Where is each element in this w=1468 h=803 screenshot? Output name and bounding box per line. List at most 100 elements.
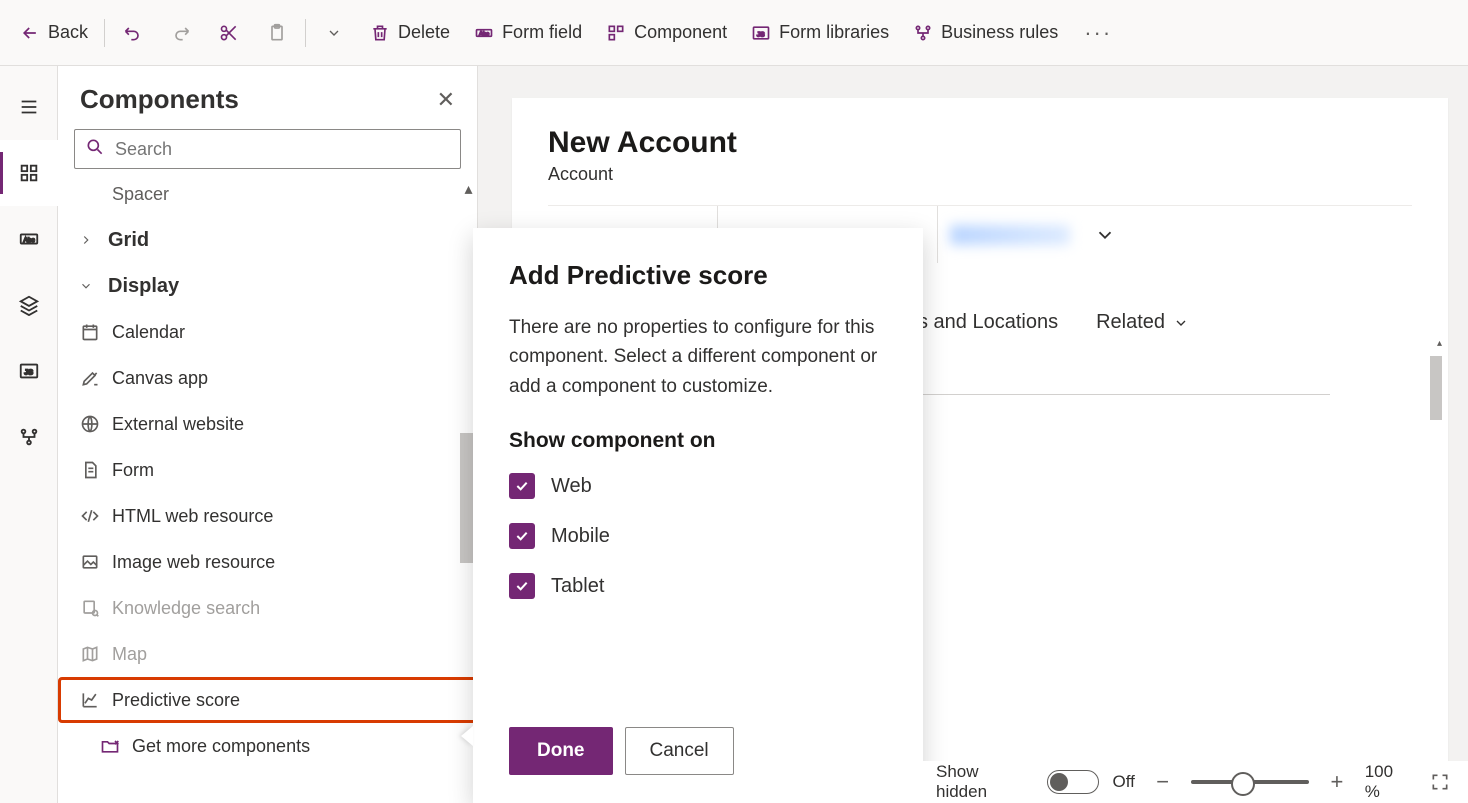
check-web[interactable]: Web	[509, 473, 887, 499]
status-footer: Show hidden Off − + 100 %	[922, 761, 1468, 803]
panel-header: Components ✕	[58, 66, 477, 129]
document-icon	[78, 458, 102, 482]
image-icon	[78, 550, 102, 574]
zoom-in-button[interactable]: +	[1323, 768, 1351, 796]
chevron-down-icon	[1173, 315, 1189, 331]
component-button[interactable]: Component	[594, 14, 739, 51]
dialog-section-heading: Show component on	[509, 429, 887, 453]
search-input[interactable]	[115, 139, 450, 160]
businessrules-button[interactable]: Business rules	[901, 14, 1070, 51]
search-box[interactable]	[74, 129, 461, 169]
show-hidden-label: Show hidden	[936, 762, 1033, 802]
flow-icon	[913, 23, 933, 43]
formlibraries-button[interactable]: JSForm libraries	[739, 14, 901, 51]
tree-item-image[interactable]: Image web resource	[58, 539, 477, 585]
tree-item-html[interactable]: HTML web resource	[58, 493, 477, 539]
chevron-down-icon	[74, 274, 98, 298]
more-icon[interactable]: ···	[1084, 20, 1112, 46]
rail-js-button[interactable]: JS	[0, 338, 58, 404]
tree-label: Map	[112, 644, 147, 665]
bulb-icon	[78, 596, 102, 620]
back-button[interactable]: Back	[8, 14, 100, 51]
zoom-slider[interactable]	[1191, 780, 1310, 784]
cut-button[interactable]	[205, 15, 253, 51]
checkbox-icon[interactable]	[509, 523, 535, 549]
component-tree[interactable]: ▴ Spacer Grid Display Calendar Canvas ap…	[58, 179, 477, 803]
tree-item-calendar[interactable]: Calendar	[58, 309, 477, 355]
businessrules-label: Business rules	[941, 22, 1058, 43]
paste-button[interactable]	[253, 15, 301, 51]
tree-label: External website	[112, 414, 244, 435]
check-mobile[interactable]: Mobile	[509, 523, 887, 549]
delete-button[interactable]: Delete	[358, 14, 462, 51]
rail-layers-button[interactable]	[0, 272, 58, 338]
svg-text:JS: JS	[24, 368, 33, 377]
tree-label: Grid	[108, 229, 149, 252]
rail-tree-button[interactable]	[0, 140, 58, 206]
tree-item-external[interactable]: External website	[58, 401, 477, 447]
inner-scroll-up-icon[interactable]: ▴	[1437, 338, 1442, 349]
folder-plus-icon	[98, 734, 122, 758]
chart-icon	[78, 688, 102, 712]
tree-label: Predictive score	[112, 690, 240, 711]
panel-title: Components	[80, 84, 239, 115]
field-blurred[interactable]	[938, 206, 1128, 263]
tree-item-map[interactable]: Map	[58, 631, 477, 677]
dialog-buttons: Done Cancel	[509, 727, 887, 775]
fit-icon[interactable]	[1426, 768, 1454, 796]
calendar-icon	[78, 320, 102, 344]
tree-label: Knowledge search	[112, 598, 260, 619]
tab-related[interactable]: Related	[1096, 311, 1189, 334]
tree-label: Canvas app	[112, 368, 208, 389]
zoom-out-button[interactable]: −	[1149, 768, 1177, 796]
rail-flow-button[interactable]	[0, 404, 58, 470]
checkbox-icon[interactable]	[509, 473, 535, 499]
tree-label: Image web resource	[112, 552, 275, 573]
delete-label: Delete	[398, 22, 450, 43]
tree-header-display[interactable]: Display	[58, 263, 477, 309]
undo-button[interactable]	[109, 15, 157, 51]
tab-locations[interactable]: s and Locations	[918, 311, 1058, 334]
dialog-title: Add Predictive score	[509, 260, 887, 291]
clipboard-icon	[267, 23, 287, 43]
tree-item-form[interactable]: Form	[58, 447, 477, 493]
check-tablet[interactable]: Tablet	[509, 573, 887, 599]
tab-label: Related	[1096, 311, 1165, 334]
show-hidden-toggle[interactable]	[1047, 770, 1098, 794]
redo-icon	[171, 23, 191, 43]
tree-item-getmore[interactable]: Get more components	[58, 723, 477, 769]
done-button[interactable]: Done	[509, 727, 613, 775]
tree-item-canvas[interactable]: Canvas app	[58, 355, 477, 401]
component-icon	[606, 23, 626, 43]
tree-item-predictive[interactable]: Predictive score	[58, 677, 477, 723]
tree-label: Get more components	[132, 736, 310, 757]
separator	[305, 19, 306, 47]
trash-icon	[370, 23, 390, 43]
inner-scrollbar[interactable]	[1430, 356, 1442, 420]
left-rail: Abc JS	[0, 66, 58, 803]
chevron-button[interactable]	[310, 15, 358, 51]
dialog-body: There are no properties to configure for…	[509, 313, 887, 401]
map-icon	[78, 642, 102, 666]
chevron-right-icon	[74, 228, 98, 252]
rail-abc-button[interactable]: Abc	[0, 206, 58, 272]
scroll-up-icon[interactable]: ▴	[460, 179, 477, 199]
tree-header-grid[interactable]: Grid	[58, 217, 477, 263]
tree-item-spacer[interactable]: Spacer	[58, 179, 477, 217]
pen-icon	[78, 366, 102, 390]
checkbox-icon[interactable]	[509, 573, 535, 599]
tree-label: Calendar	[112, 322, 185, 343]
blurred-content	[950, 225, 1070, 245]
chevron-down-icon[interactable]	[1094, 224, 1116, 246]
hamburger-button[interactable]	[0, 74, 58, 140]
back-label: Back	[48, 22, 88, 43]
close-icon[interactable]: ✕	[437, 87, 455, 113]
formfield-button[interactable]: AbcForm field	[462, 14, 594, 51]
redo-button[interactable]	[157, 15, 205, 51]
tree-label: Spacer	[112, 184, 169, 205]
chevron-down-icon	[324, 23, 344, 43]
cancel-button[interactable]: Cancel	[625, 727, 734, 775]
tree-item-knowledge[interactable]: Knowledge search	[58, 585, 477, 631]
undo-icon	[123, 23, 143, 43]
check-label: Mobile	[551, 525, 610, 548]
